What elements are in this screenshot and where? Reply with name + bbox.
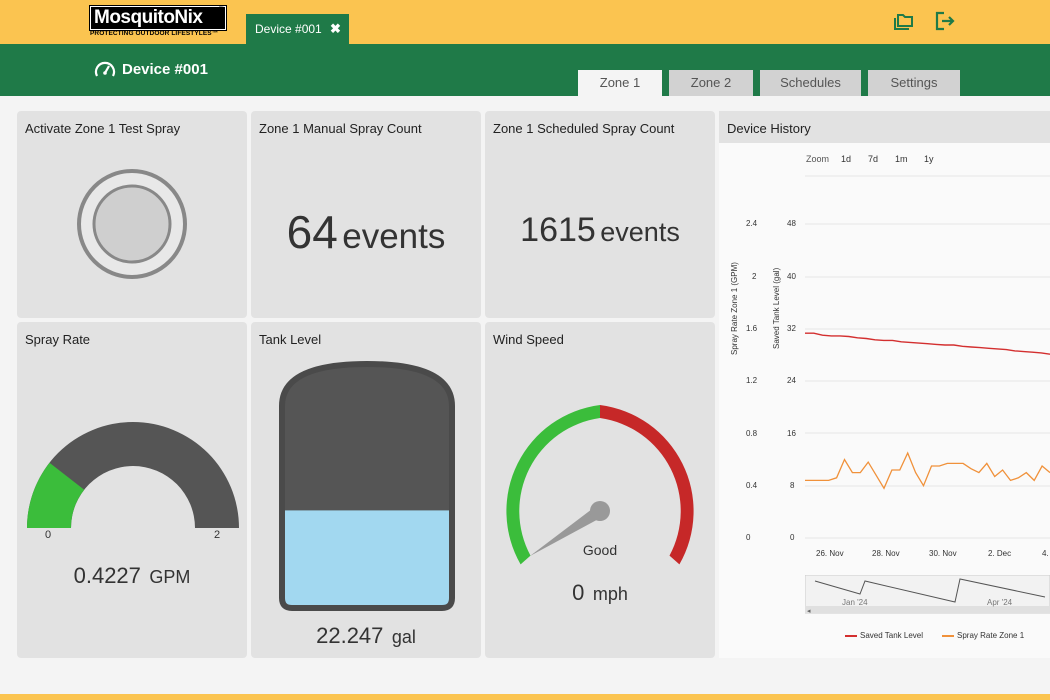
saved-tank-level-line bbox=[805, 332, 1050, 355]
page-title: Device #001 bbox=[122, 61, 208, 78]
y-left-tick: 2.4 bbox=[746, 219, 758, 228]
spray-rate-unit: GPM bbox=[149, 567, 191, 587]
y-left-tick: 2 bbox=[752, 272, 757, 281]
y-right-tick: 8 bbox=[790, 481, 795, 490]
tank-level-card: Tank Level 22.247 gal bbox=[251, 322, 481, 658]
y-left-tick: 0.8 bbox=[746, 429, 758, 438]
x-tick: 4. bbox=[1042, 549, 1049, 558]
y-left-tick: 1.2 bbox=[746, 376, 758, 385]
gauge-min: 0 bbox=[45, 529, 52, 541]
footer-bar bbox=[0, 694, 1050, 700]
zoom-label: Zoom bbox=[806, 154, 830, 164]
manual-spray-count-card: Zone 1 Manual Spray Count 64 events bbox=[251, 111, 481, 318]
wind-speed-value: 0 bbox=[572, 580, 585, 605]
gridlines bbox=[805, 175, 1050, 539]
legend-item-spray-rate[interactable]: Spray Rate Zone 1 bbox=[942, 631, 1024, 640]
tab-zone-1[interactable]: Zone 1 bbox=[578, 70, 662, 96]
device-tab[interactable]: Device #001 ✖ bbox=[246, 14, 349, 44]
y-right-tick: 16 bbox=[787, 429, 796, 438]
wind-speed-unit: mph bbox=[592, 584, 628, 604]
history-header: Device History bbox=[719, 111, 1050, 143]
tab-schedules[interactable]: Schedules bbox=[760, 70, 861, 96]
zoom-1m-button[interactable]: 1m bbox=[895, 154, 908, 164]
speedometer-icon bbox=[94, 61, 116, 77]
card-title: Wind Speed bbox=[493, 332, 564, 347]
folders-icon[interactable] bbox=[893, 11, 915, 31]
zoom-1y-button[interactable]: 1y bbox=[924, 154, 934, 164]
scroll-left-arrow[interactable]: ◂ bbox=[807, 607, 811, 615]
spray-rate-card: Spray Rate 0 2 0.4227 GPM bbox=[17, 322, 247, 658]
count-value: 64 bbox=[286, 206, 338, 258]
wind-speed-card: Wind Speed Good 0 mph bbox=[485, 322, 715, 658]
spray-rate-readout: 0.4227 GPM bbox=[17, 563, 247, 589]
card-title: Zone 1 Manual Spray Count bbox=[259, 121, 422, 136]
test-spray-button[interactable] bbox=[76, 168, 188, 280]
tank-level-value: 22.247 bbox=[316, 623, 384, 648]
tab-settings[interactable]: Settings bbox=[868, 70, 960, 96]
device-tab-label: Device #001 bbox=[255, 22, 322, 36]
navigator-label: Jan '24 bbox=[842, 598, 868, 607]
zoom-7d-button[interactable]: 7d bbox=[868, 154, 878, 164]
legend-label: Saved Tank Level bbox=[860, 631, 924, 640]
y-left-tick: 0.4 bbox=[746, 481, 758, 490]
card-title: Tank Level bbox=[259, 332, 322, 347]
y-right-tick: 40 bbox=[787, 272, 796, 281]
legend-item-saved-tank-level[interactable]: Saved Tank Level bbox=[845, 631, 923, 640]
count-value: 1615 bbox=[520, 211, 596, 249]
logo-box: MosquitoNix bbox=[89, 5, 227, 31]
logo-tagline: PROTECTING OUTDOOR LIFESTYLES™ bbox=[90, 30, 219, 37]
navigator-scrollbar[interactable] bbox=[805, 606, 1050, 613]
gauge-max: 2 bbox=[214, 529, 221, 541]
card-title: Zone 1 Scheduled Spray Count bbox=[493, 121, 675, 136]
scheduled-spray-count-card: Zone 1 Scheduled Spray Count 1615 events bbox=[485, 111, 715, 318]
y-left-tick: 1.6 bbox=[746, 324, 758, 333]
spray-rate-value: 0.4227 bbox=[73, 563, 141, 588]
spray-rate-gauge bbox=[27, 422, 239, 528]
card-title: Activate Zone 1 Test Spray bbox=[25, 121, 181, 136]
y-right-tick: 32 bbox=[787, 324, 796, 333]
gauge-bad-arc bbox=[600, 405, 694, 565]
y-left-axis-label: Spray Rate Zone 1 (GPM) bbox=[730, 262, 739, 355]
x-tick: 30. Nov bbox=[929, 549, 957, 558]
tank-graphic bbox=[279, 360, 455, 611]
card-title: Spray Rate bbox=[25, 332, 91, 347]
x-tick: 26. Nov bbox=[816, 549, 844, 558]
wind-speed-readout: 0 mph bbox=[485, 580, 715, 606]
count-unit: events bbox=[342, 217, 446, 256]
history-title: Device History bbox=[727, 121, 811, 136]
x-tick: 2. Dec bbox=[988, 549, 1012, 558]
legend-label: Spray Rate Zone 1 bbox=[957, 631, 1025, 640]
tab-zone-2[interactable]: Zone 2 bbox=[669, 70, 753, 96]
legend-swatch bbox=[942, 634, 954, 637]
manual-spray-count: 64 events bbox=[251, 205, 481, 259]
gauge-hub bbox=[590, 501, 610, 521]
y-right-tick: 0 bbox=[790, 533, 795, 542]
y-left-tick: 0 bbox=[746, 533, 751, 542]
history-plot[interactable] bbox=[805, 171, 1050, 546]
wind-status: Good bbox=[582, 542, 618, 558]
x-tick: 28. Nov bbox=[872, 549, 900, 558]
navigator-label: Apr '24 bbox=[987, 598, 1013, 607]
logout-icon[interactable] bbox=[934, 11, 956, 31]
range-navigator[interactable]: ◂ bbox=[805, 575, 1050, 619]
y-right-tick: 24 bbox=[787, 376, 796, 385]
y-right-axis-label: Saved Tank Level (gal) bbox=[772, 267, 781, 349]
device-history-panel: Device History Zoom 1d 7d 1m 1y Spray Ra… bbox=[719, 111, 1050, 658]
count-unit: events bbox=[600, 217, 680, 247]
tank-level-readout: 22.247 gal bbox=[251, 623, 481, 649]
zoom-1d-button[interactable]: 1d bbox=[841, 154, 851, 164]
tank-level-unit: gal bbox=[391, 627, 416, 647]
spray-rate-line bbox=[805, 451, 1050, 490]
logo-text: MosquitoNix bbox=[94, 7, 203, 28]
brand-logo[interactable]: MosquitoNix ® PROTECTING OUTDOOR LIFESTY… bbox=[89, 5, 227, 40]
y-right-tick: 48 bbox=[787, 219, 796, 228]
close-icon[interactable]: ✖ bbox=[330, 21, 341, 37]
test-spray-card: Activate Zone 1 Test Spray bbox=[17, 111, 247, 318]
logo-registered: ® bbox=[219, 6, 224, 12]
tank-fill bbox=[282, 510, 452, 608]
scheduled-spray-count: 1615 events bbox=[485, 211, 715, 250]
legend-swatch bbox=[845, 634, 857, 637]
